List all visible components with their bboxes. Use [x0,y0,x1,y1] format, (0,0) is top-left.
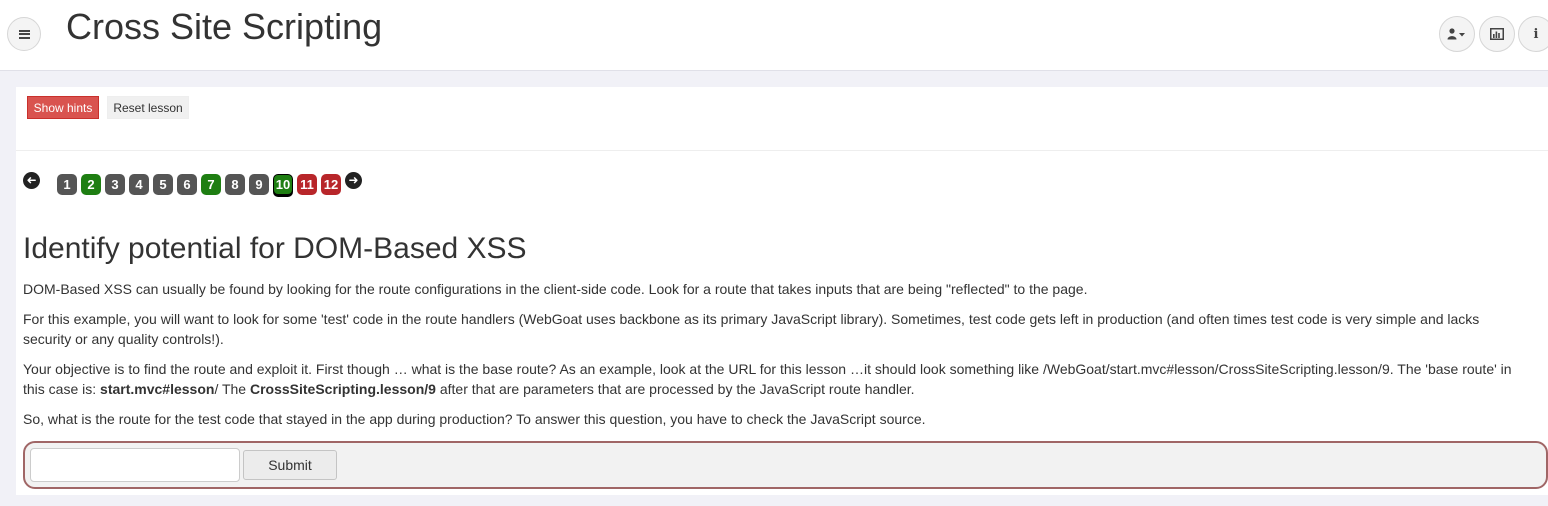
reset-lesson-button[interactable]: Reset lesson [107,96,189,119]
lesson-paragraph-1: DOM-Based XSS can usually be found by lo… [23,281,1088,297]
lesson-title: Identify potential for DOM-Based XSS [23,232,527,265]
lesson-panel: Show hints Reset lesson ➜ 1 2 3 4 5 6 7 … [16,87,1548,495]
page-button-12[interactable]: 12 [321,174,341,195]
page-button-9[interactable]: 9 [249,174,269,195]
user-icon [1447,28,1465,40]
submit-button[interactable]: Submit [243,450,337,480]
top-navigation-bar: Cross Site Scripting i [0,0,1548,71]
answer-input[interactable] [30,448,240,482]
page-button-3[interactable]: 3 [105,174,125,195]
lesson-name-text: CrossSiteScripting.lesson [249,381,425,397]
bar-chart-icon [1490,28,1504,40]
lesson-number-text: 9 [428,381,436,397]
info-icon: i [1533,26,1539,42]
p3-text-c: / The [214,381,250,397]
page-button-2[interactable]: 2 [81,174,101,195]
attack-form: Submit [23,441,1548,489]
bar-chart-button[interactable] [1479,16,1515,52]
page-title: Cross Site Scripting [66,6,383,47]
page-button-4[interactable]: 4 [129,174,149,195]
user-dropdown-button[interactable] [1439,16,1475,52]
page-button-5[interactable]: 5 [153,174,173,195]
arrow-right-icon[interactable]: ➜ [345,172,362,189]
page-button-10[interactable]: 10 [273,174,293,195]
lesson-paragraph-4: So, what is the route for the test code … [23,411,926,427]
lesson-pagination: ➜ 1 2 3 4 5 6 7 8 9 10 11 12 ➜ [16,171,416,197]
show-hints-button[interactable]: Show hints [27,96,99,119]
hamburger-menu-icon[interactable] [7,17,41,51]
page-button-8[interactable]: 8 [225,174,245,195]
base-route-text: start.mvc#lesson [100,381,215,397]
lesson-paragraph-3: Your objective is to find the route and … [23,359,1528,399]
page-button-1[interactable]: 1 [57,174,77,195]
lesson-paragraph-2: For this example, you will want to look … [23,311,1480,347]
page-button-11[interactable]: 11 [297,174,317,195]
page-button-6[interactable]: 6 [177,174,197,195]
arrow-left-icon[interactable]: ➜ [23,172,40,189]
info-button[interactable]: i [1518,16,1548,52]
p3-text-g: after that are parameters that are proce… [435,381,915,397]
divider [16,150,1548,151]
page-button-7[interactable]: 7 [201,174,221,195]
